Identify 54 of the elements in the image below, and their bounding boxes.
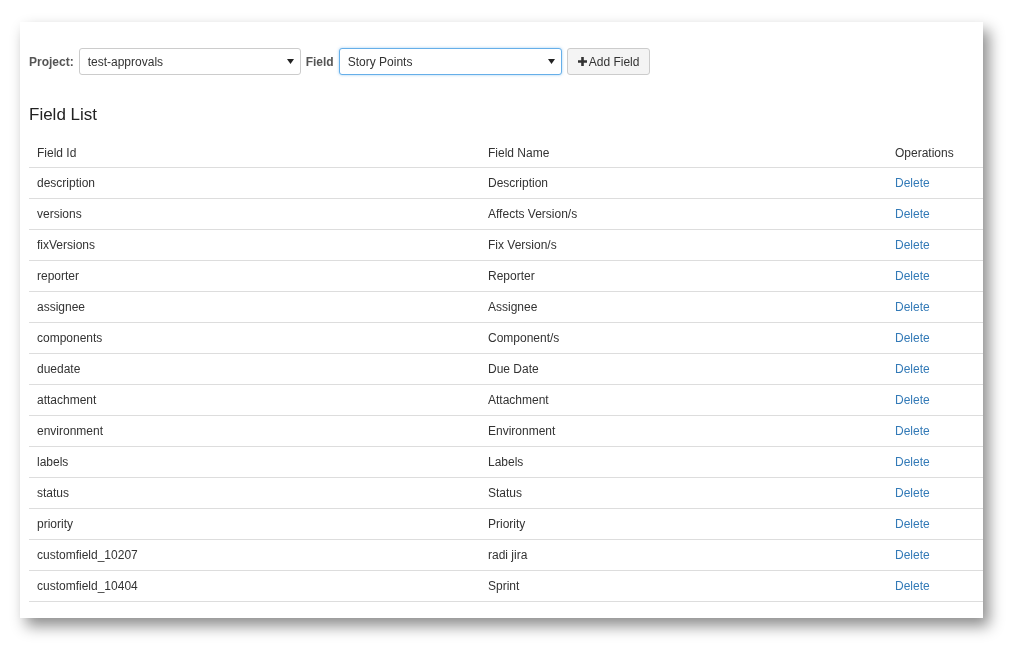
field-select[interactable]: Story Points	[338, 48, 562, 75]
delete-link[interactable]: Delete	[895, 517, 930, 531]
table-cell: components	[29, 322, 480, 354]
delete-link[interactable]: Delete	[895, 238, 930, 252]
delete-link[interactable]: Delete	[895, 207, 930, 221]
table-cell: customfield_10404	[29, 570, 480, 602]
delete-link[interactable]: Delete	[895, 548, 930, 562]
table-cell: labels	[29, 446, 480, 478]
project-label: Project:	[29, 54, 74, 69]
table-cell: Fix Version/s	[480, 229, 887, 261]
table-cell: priority	[29, 508, 480, 540]
table-cell: environment	[29, 415, 480, 447]
table-cell: Attachment	[480, 384, 887, 416]
table-cell: duedate	[29, 353, 480, 385]
field-label: Field	[305, 54, 334, 69]
table-cell: Status	[480, 477, 887, 509]
table-cell: attachment	[29, 384, 480, 416]
table-cell: Component/s	[480, 322, 887, 354]
project-select[interactable]: test-approvals	[78, 48, 301, 75]
plus-icon	[577, 57, 587, 66]
table-cell: Environment	[480, 415, 887, 447]
table-cell: customfield_10207	[29, 539, 480, 571]
table-cell: assignee	[29, 291, 480, 323]
table-cell: versions	[29, 198, 480, 230]
delete-link[interactable]: Delete	[895, 269, 930, 283]
table-cell: fixVersions	[29, 229, 480, 261]
caret-icon	[547, 59, 555, 64]
delete-link[interactable]: Delete	[895, 424, 930, 438]
delete-link[interactable]: Delete	[895, 393, 930, 407]
column-header: Field Name	[480, 139, 887, 168]
delete-link[interactable]: Delete	[895, 331, 930, 345]
table-cell: Affects Version/s	[480, 198, 887, 230]
delete-link[interactable]: Delete	[895, 362, 930, 376]
caret-icon	[286, 59, 294, 64]
table-cell: Labels	[480, 446, 887, 478]
column-header: Field Id	[29, 139, 480, 168]
delete-link[interactable]: Delete	[895, 579, 930, 593]
delete-link[interactable]: Delete	[895, 176, 930, 190]
table-cell: Sprint	[480, 570, 887, 602]
table-cell: reporter	[29, 260, 480, 292]
table-cell: Reporter	[480, 260, 887, 292]
table-cell: description	[29, 167, 480, 199]
table-cell: Priority	[480, 508, 887, 540]
table-cell: Assignee	[480, 291, 887, 323]
delete-link[interactable]: Delete	[895, 486, 930, 500]
section-heading: Field List	[29, 105, 99, 125]
column-header: Operations	[887, 139, 983, 168]
delete-link[interactable]: Delete	[895, 300, 930, 314]
table-cell: status	[29, 477, 480, 509]
delete-link[interactable]: Delete	[895, 455, 930, 469]
add-field-button[interactable]: Add Field	[566, 48, 651, 75]
table-cell: Due Date	[480, 353, 887, 385]
table-cell: radi jira	[480, 539, 887, 571]
table-cell: Description	[480, 167, 887, 199]
